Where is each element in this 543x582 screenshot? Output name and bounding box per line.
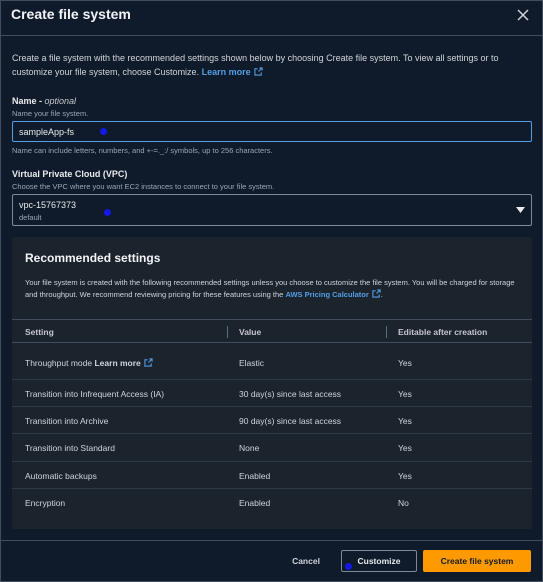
vpc-selected-sub: default <box>19 213 42 222</box>
cursor-marker <box>100 128 107 135</box>
vpc-field-description: Choose the VPC where you want EC2 instan… <box>12 182 275 191</box>
name-field-constraint: Name can include letters, numbers, and +… <box>12 146 273 155</box>
customize-button[interactable]: Customize <box>341 550 417 572</box>
row-value: Elastic <box>239 358 265 368</box>
row-editable: Yes <box>398 416 412 426</box>
file-system-name-input[interactable] <box>12 121 532 142</box>
row-value: Enabled <box>239 498 271 508</box>
column-header-editable: Editable after creation <box>398 327 488 337</box>
column-header-value: Value <box>239 327 262 337</box>
column-divider <box>386 326 387 338</box>
table-row: Transition into Infrequent Access (IA) 3… <box>12 380 532 407</box>
recommended-description-end: . <box>380 290 383 299</box>
pricing-calculator-label: AWS Pricing Calculator <box>285 290 369 299</box>
setting-text: Throughput mode <box>25 358 93 368</box>
recommended-settings-panel: Recommended settings Your file system is… <box>12 237 532 529</box>
table-row: Throughput mode Learn more Elastic Yes <box>12 343 532 380</box>
create-file-system-modal: Create file system Create a file system … <box>0 0 543 582</box>
row-value: None <box>239 443 260 453</box>
column-divider <box>227 326 228 338</box>
create-file-system-button[interactable]: Create file system <box>423 550 531 572</box>
row-editable: Yes <box>398 443 412 453</box>
vpc-select[interactable]: vpc-15767373 default <box>12 194 532 226</box>
recommended-description: Your file system is created with the fol… <box>25 277 520 301</box>
learn-more-label: Learn more <box>201 67 251 77</box>
footer-divider <box>1 540 542 541</box>
close-icon[interactable] <box>516 8 530 22</box>
row-value: 90 day(s) since last access <box>239 416 342 426</box>
learn-more-label: Learn more <box>94 358 141 368</box>
table-row: Transition into Archive 90 day(s) since … <box>12 407 532 434</box>
table-row: Encryption Enabled No <box>12 489 532 517</box>
pricing-calculator-link[interactable]: AWS Pricing Calculator <box>285 289 381 299</box>
row-editable: Yes <box>398 471 412 481</box>
name-field-label: Name - optional <box>12 96 77 106</box>
row-setting: Transition into Infrequent Access (IA) <box>25 389 165 399</box>
column-header-setting: Setting <box>25 327 54 337</box>
row-editable: No <box>398 498 409 508</box>
row-setting: Encryption <box>25 498 66 508</box>
modal-title: Create file system <box>11 6 131 22</box>
external-link-icon <box>144 358 153 367</box>
name-field-description: Name your file system. <box>12 109 89 118</box>
throughput-learn-more-link[interactable]: Learn more <box>94 358 153 368</box>
row-editable: Yes <box>398 389 412 399</box>
table-header: Setting Value Editable after creation <box>12 319 532 343</box>
cursor-marker <box>345 563 352 570</box>
table-row: Automatic backups Enabled Yes <box>12 462 532 489</box>
name-label-text: Name <box>12 96 37 106</box>
cursor-marker <box>104 209 111 216</box>
external-link-icon <box>253 67 263 76</box>
table-row: Transition into Standard None Yes <box>12 434 532 462</box>
row-setting: Transition into Standard <box>25 443 115 453</box>
vpc-field-label: Virtual Private Cloud (VPC) <box>12 169 128 179</box>
header-divider <box>1 35 542 36</box>
row-value: Enabled <box>239 471 271 481</box>
modal-header: Create file system <box>1 1 542 31</box>
caret-down-icon <box>516 207 525 213</box>
row-setting: Transition into Archive <box>25 416 109 426</box>
recommended-title: Recommended settings <box>25 251 161 265</box>
row-editable: Yes <box>398 358 412 368</box>
row-setting: Throughput mode Learn more <box>25 358 153 368</box>
intro-text: Create a file system with the recommende… <box>12 51 534 79</box>
recommended-description-text: Your file system is created with the fol… <box>25 278 515 299</box>
row-value: 30 day(s) since last access <box>239 389 342 399</box>
vpc-selected-value: vpc-15767373 <box>19 200 77 210</box>
cancel-button[interactable]: Cancel <box>281 550 331 572</box>
learn-more-link[interactable]: Learn more <box>202 67 263 77</box>
external-link-icon <box>372 289 381 298</box>
row-setting: Automatic backups <box>25 471 97 481</box>
optional-tag: optional <box>44 96 77 106</box>
